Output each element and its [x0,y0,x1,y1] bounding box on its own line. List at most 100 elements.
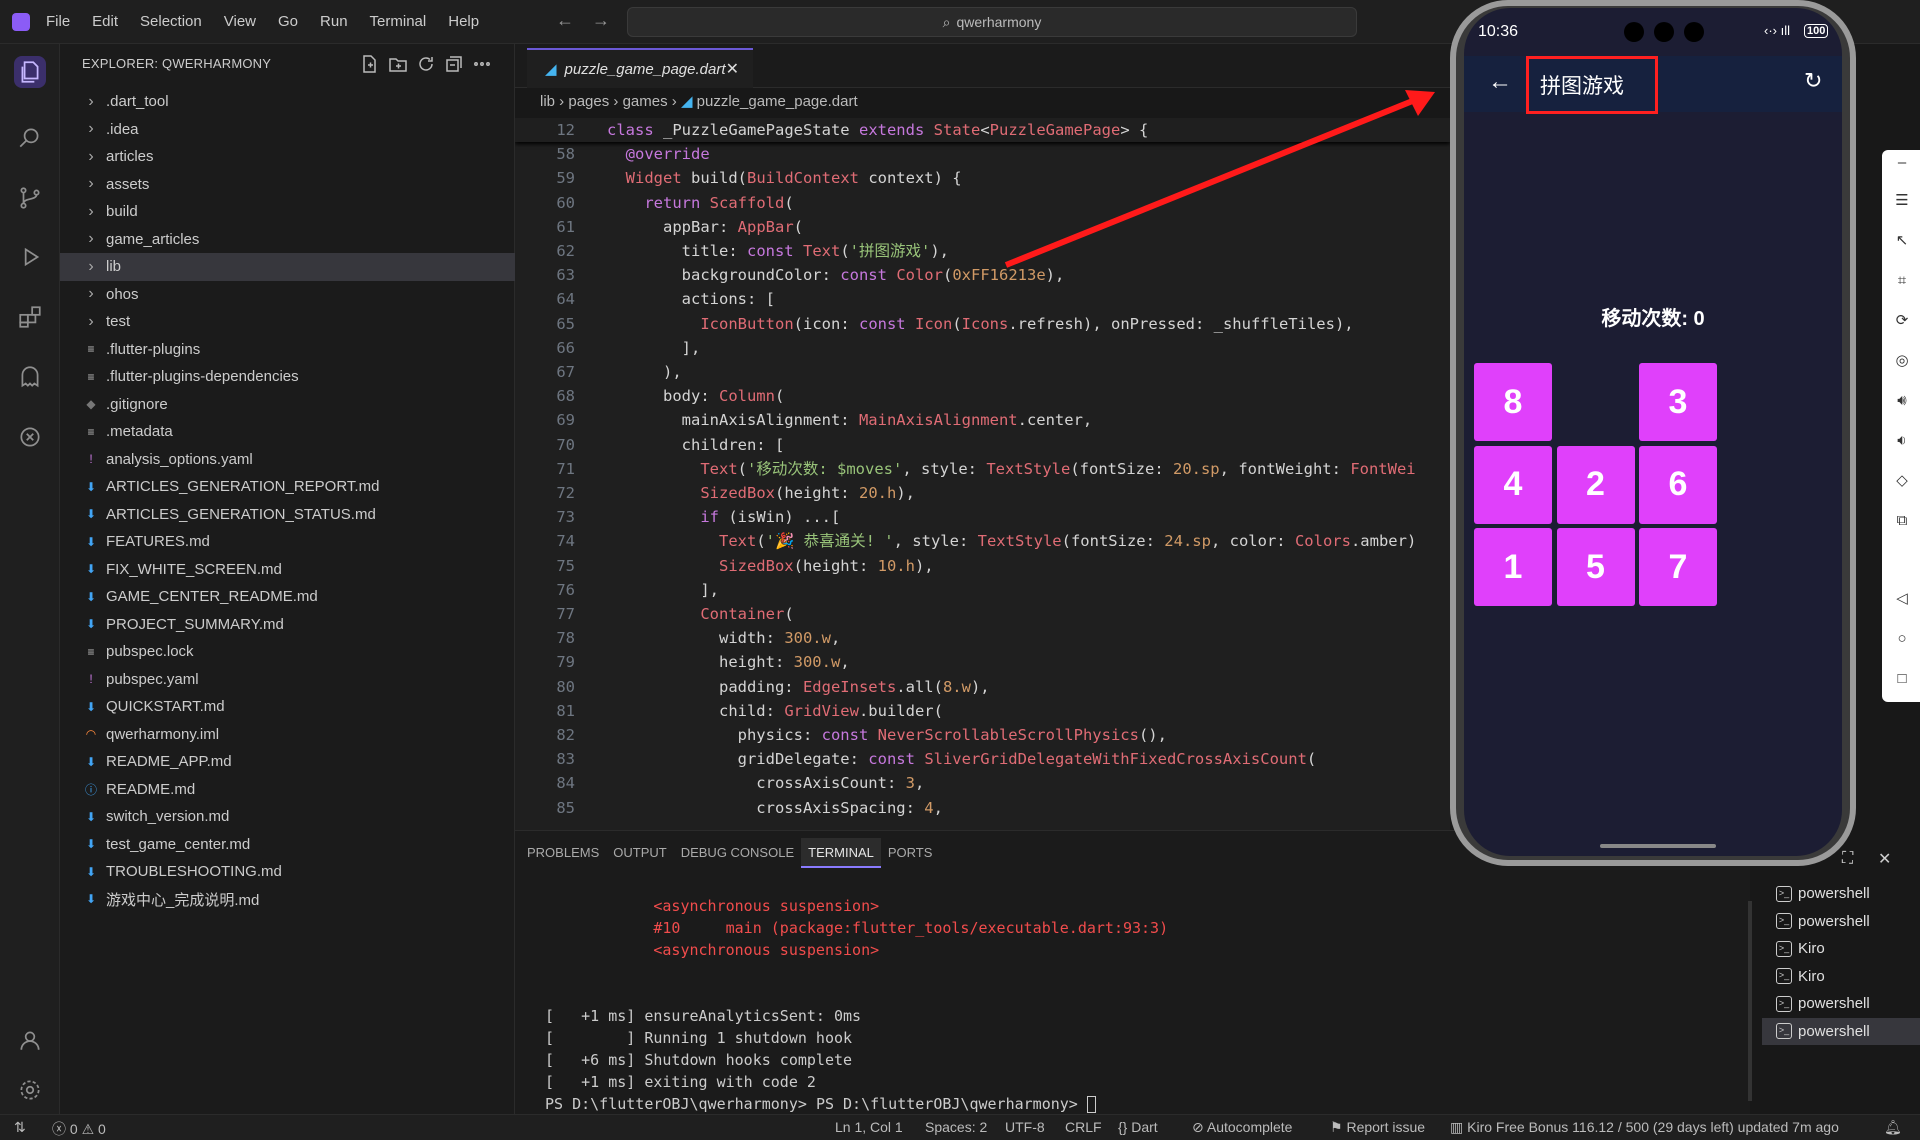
code-line[interactable]: 80 padding: EdgeInsets.all(8.w), [515,675,1450,699]
tree-item[interactable]: ≡ .metadata [60,418,515,446]
minimize-icon[interactable]: – [1893,154,1911,172]
tab-puzzle-game-page[interactable]: ◢ puzzle_game_page.dart ✕ [527,48,753,88]
terminal-scrollbar[interactable] [1748,901,1752,1101]
tree-item[interactable]: › game_articles [60,226,515,254]
puzzle-tile[interactable]: 2 [1556,445,1635,524]
code-line[interactable]: 81 child: GridView.builder( [515,699,1450,723]
tree-item[interactable]: › lib [60,253,515,281]
puzzle-tile[interactable]: 5 [1556,528,1635,606]
tree-item[interactable]: ⬇ FIX_WHITE_SCREEN.md [60,556,515,584]
code-line[interactable]: 73 if (isWin) ...[ [515,505,1450,529]
tree-item[interactable]: ≡ .flutter-plugins [60,336,515,364]
code-line[interactable]: 84 crossAxisCount: 3, [515,771,1450,795]
tree-item[interactable]: ⬇ 游戏中心_完成说明.md [60,886,515,914]
erase-icon[interactable]: ◇ [1893,472,1911,490]
indentation[interactable]: Spaces: 2 [925,1119,987,1135]
menu-help[interactable]: Help [448,13,479,30]
run-debug-icon[interactable] [14,241,46,273]
code-line[interactable]: 64 actions: [ [515,287,1450,311]
code-line[interactable]: 66 ], [515,336,1450,360]
breadcrumb-item[interactable]: pages [568,93,609,110]
terminal-instance[interactable]: >_ Kiro [1762,935,1920,963]
kiro-spark-icon[interactable] [14,421,46,453]
tree-item[interactable]: › .dart_tool [60,88,515,116]
tree-item[interactable]: ⬇ ARTICLES_GENERATION_REPORT.md [60,473,515,501]
terminal-instance[interactable]: >_ Kiro [1762,963,1920,991]
panel-tab-output[interactable]: OUTPUT [606,838,673,868]
terminal-instance[interactable]: >_ powershell [1762,1017,1920,1045]
menu-go[interactable]: Go [278,13,298,30]
tree-item[interactable]: ≡ .flutter-plugins-dependencies [60,363,515,391]
puzzle-tile[interactable]: 6 [1639,445,1717,524]
menu-terminal[interactable]: Terminal [370,13,427,30]
encoding[interactable]: UTF-8 [1005,1119,1045,1135]
code-line[interactable]: 67 ), [515,360,1450,384]
rotate-icon[interactable]: ⟳ [1893,312,1911,330]
code-line[interactable]: 68 body: Column( [515,384,1450,408]
tree-item[interactable]: ⬇ FEATURES.md [60,528,515,556]
menu-selection[interactable]: Selection [140,13,202,30]
panel-tab-problems[interactable]: PROBLEMS [520,838,606,868]
menu-file[interactable]: File [46,13,70,30]
refresh-icon[interactable] [416,54,436,74]
code-line[interactable]: 79 height: 300.w, [515,650,1450,674]
puzzle-tile[interactable]: 3 [1639,363,1717,441]
notifications-icon[interactable]: 🔔︎ [1884,1119,1902,1136]
tree-item[interactable]: ⓘ README.md [60,776,515,804]
close-icon[interactable]: ✕ [726,59,739,79]
code-line[interactable]: 76 ], [515,578,1450,602]
tree-item[interactable]: ⬇ PROJECT_SUMMARY.md [60,611,515,639]
screenshot-icon[interactable]: ⧉ [1893,512,1911,530]
menu-view[interactable]: View [224,13,256,30]
menu-icon[interactable]: ☰ [1893,192,1911,210]
remote-icon[interactable]: ⇅ [14,1119,26,1136]
puzzle-tile[interactable]: 4 [1474,445,1552,524]
cursor-position[interactable]: Ln 1, Col 1 [835,1119,903,1135]
nav-arrows[interactable]: ←→ [556,10,628,31]
tree-item[interactable]: › assets [60,171,515,199]
settings-gear-icon[interactable] [14,1074,46,1106]
tree-item[interactable]: ⬇ ARTICLES_GENERATION_STATUS.md [60,501,515,529]
refresh-icon[interactable]: ↻ [1804,68,1822,94]
code-line[interactable]: 85 crossAxisSpacing: 4, [515,796,1450,820]
tree-item[interactable]: › articles [60,143,515,171]
panel-tab-debug-console[interactable]: DEBUG CONSOLE [674,838,801,868]
tree-item[interactable]: ⬇ QUICKSTART.md [60,693,515,721]
breadcrumb-item[interactable]: games [623,93,668,110]
code-line[interactable]: 83 gridDelegate: const SliverGridDelegat… [515,747,1450,771]
tree-item[interactable]: ≡ pubspec.lock [60,638,515,666]
puzzle-tile[interactable]: 8 [1474,363,1552,441]
language-mode[interactable]: {} Dart [1118,1119,1158,1135]
breadcrumb-item[interactable]: puzzle_game_page.dart [697,93,858,110]
new-folder-icon[interactable] [388,54,408,74]
tree-item[interactable]: ! pubspec.yaml [60,666,515,694]
puzzle-tile[interactable]: 7 [1639,528,1717,606]
menu-edit[interactable]: Edit [92,13,118,30]
line-ending[interactable]: CRLF [1065,1119,1102,1135]
explorer-icon[interactable] [14,56,46,88]
tree-item[interactable]: ⬇ test_game_center.md [60,831,515,859]
tree-item[interactable]: ◆ .gitignore [60,391,515,419]
tree-item[interactable]: › test [60,308,515,336]
autocomplete-status[interactable]: ⊘ Autocomplete [1192,1119,1292,1136]
tree-item[interactable]: › .idea [60,116,515,144]
code-line[interactable]: 72 SizedBox(height: 20.h), [515,481,1450,505]
code-line[interactable]: 74 Text('🎉 恭喜通关! ', style: TextStyle(fon… [515,529,1450,553]
close-panel-icon[interactable]: ✕ [1878,849,1891,869]
location-icon[interactable]: ◎ [1893,352,1911,370]
tree-item[interactable]: ! analysis_options.yaml [60,446,515,474]
command-center-search[interactable]: ⌕ qwerharmony [627,7,1357,37]
code-line[interactable]: 70 children: [ [515,433,1450,457]
search-icon[interactable] [14,122,46,154]
back-arrow-icon[interactable]: ← [1488,68,1512,96]
problems-indicator[interactable]: ⓧ 0 ⚠ 0 [52,1119,106,1139]
panel-tab-ports[interactable]: PORTS [881,838,940,868]
code-line[interactable]: 75 SizedBox(height: 10.h), [515,554,1450,578]
code-line[interactable]: 71 Text('移动次数: $moves', style: TextStyle… [515,457,1450,481]
tree-item[interactable]: ⬇ TROUBLESHOOTING.md [60,858,515,886]
new-file-icon[interactable] [360,54,380,74]
terminal-instance[interactable]: >_ powershell [1762,990,1920,1018]
account-icon[interactable] [14,1024,46,1056]
volume-up-icon[interactable]: 🔊︎ [1893,392,1911,410]
overview-square-icon[interactable]: □ [1893,670,1911,688]
